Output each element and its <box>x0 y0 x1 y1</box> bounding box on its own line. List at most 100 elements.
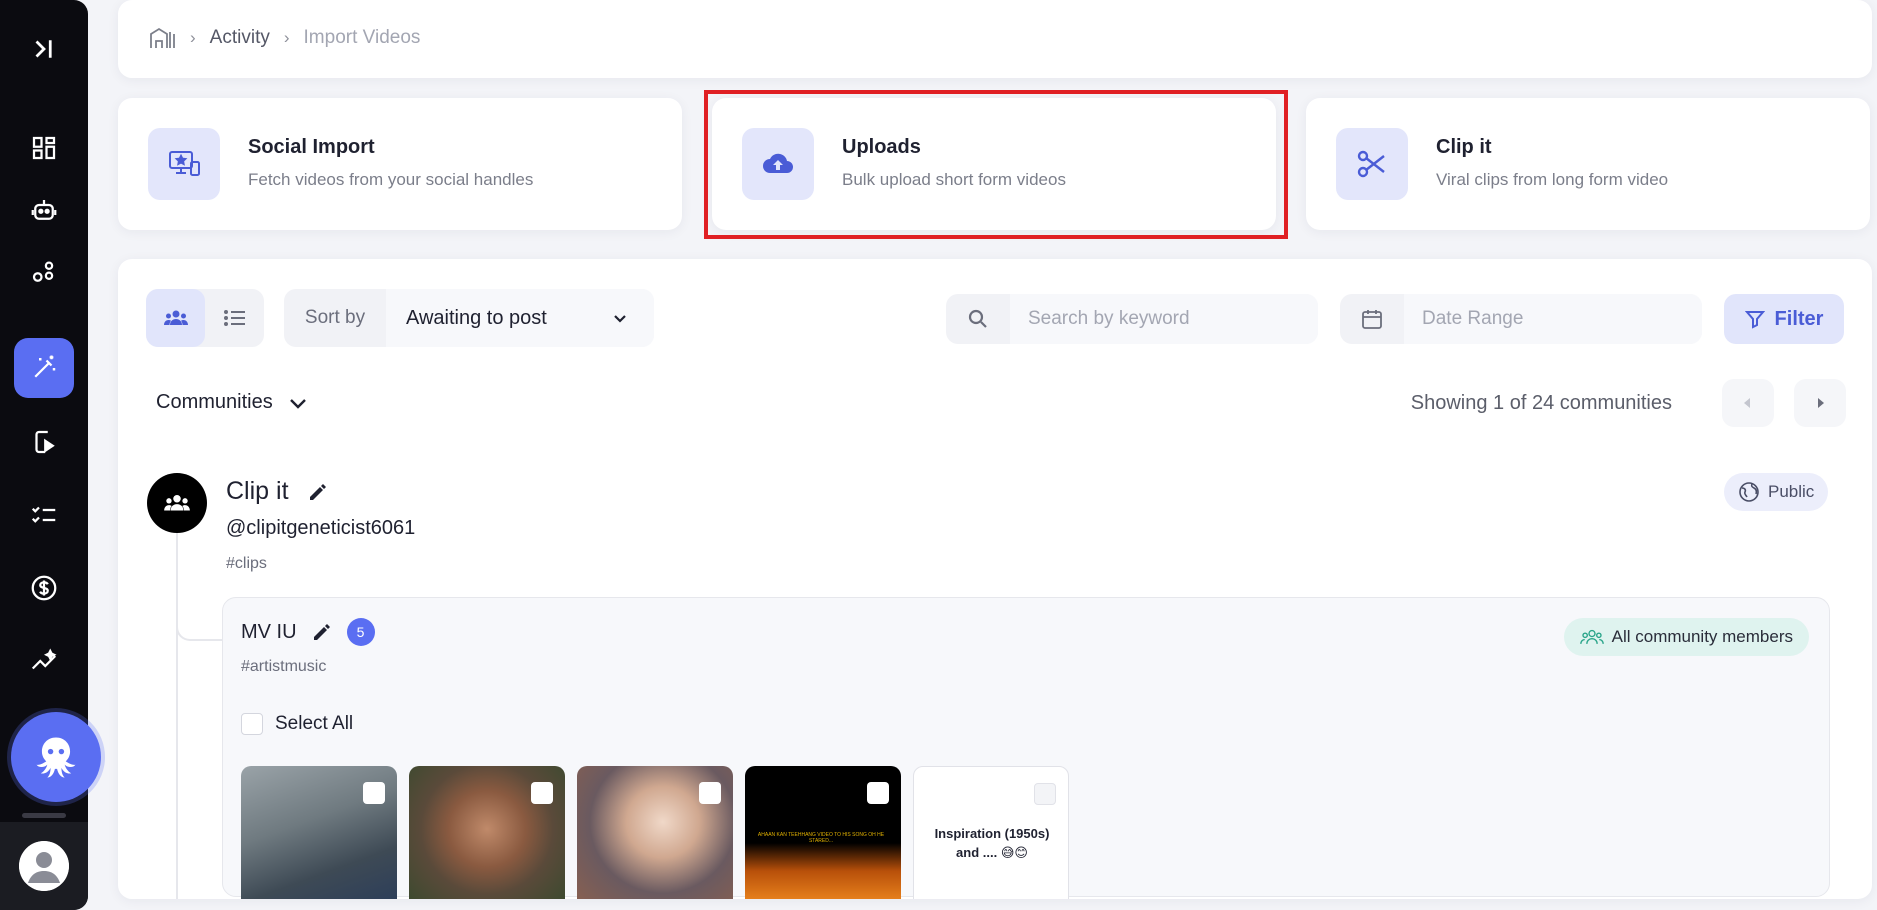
select-all-checkbox[interactable] <box>241 713 263 735</box>
nodes-icon <box>32 261 54 282</box>
video-checkbox[interactable] <box>699 782 721 804</box>
sub-community-tag: #artistmusic <box>241 658 327 675</box>
video-count-badge: 5 <box>346 618 375 646</box>
community-handle: @clipitgeneticist6061 <box>226 517 416 539</box>
search-field <box>946 294 1318 344</box>
sidebar-item-analytics[interactable] <box>14 631 74 691</box>
sidebar <box>0 0 101 910</box>
filter-button[interactable]: Filter <box>1724 294 1844 344</box>
social-import-icon <box>148 128 220 200</box>
caret-right-icon <box>1818 398 1824 408</box>
social-import-card[interactable]: Social Import Fetch videos from your soc… <box>118 98 682 230</box>
visibility-badge: Public <box>1724 473 1829 511</box>
tree-connector-elbow <box>176 559 226 641</box>
community-name-text: Clip it <box>226 477 289 505</box>
social-import-title: Social Import <box>248 136 375 158</box>
home-icon[interactable] <box>148 26 176 50</box>
communities-dropdown[interactable]: Communities <box>156 391 309 414</box>
select-all-label: Select All <box>275 713 354 734</box>
audience-badge: All community members <box>1563 618 1809 656</box>
edit-icon[interactable] <box>307 481 329 503</box>
clip-it-title: Clip it <box>1436 136 1492 158</box>
collapse-sidebar-button[interactable] <box>14 19 74 79</box>
date-range-input[interactable] <box>1404 294 1702 344</box>
audience-label: All community members <box>1611 627 1793 646</box>
pagination-status: Showing 1 of 24 communities <box>1410 392 1672 414</box>
chevron-down-icon <box>614 315 626 323</box>
chevron-down-icon <box>289 398 306 409</box>
sort-select[interactable]: Awaiting to post <box>386 289 654 347</box>
uploads-title: Uploads <box>842 136 921 158</box>
sort-value: Awaiting to post <box>406 306 547 329</box>
sidebar-item-magic[interactable] <box>14 338 74 398</box>
sidebar-item-billing[interactable] <box>14 558 74 618</box>
user-section <box>0 822 88 910</box>
breadcrumb-import-videos: Import Videos <box>303 27 421 48</box>
breadcrumb-bar: › Activity › Import Videos <box>118 0 1872 78</box>
robot-icon <box>31 200 57 220</box>
group-view-icon <box>163 310 188 325</box>
checklist-icon <box>31 506 56 523</box>
select-all-control[interactable]: Select All <box>241 713 353 735</box>
octopus-icon <box>36 737 76 778</box>
video-checkbox[interactable] <box>1034 783 1056 805</box>
search-input[interactable] <box>1010 294 1318 344</box>
communities-label: Communities <box>156 391 273 413</box>
sidebar-item-videos[interactable] <box>14 412 74 472</box>
sidebar-item-dashboard[interactable] <box>14 118 74 178</box>
sort-label: Sort by <box>304 307 366 328</box>
globe-icon <box>1739 482 1759 502</box>
video-thumbnail[interactable] <box>577 766 733 899</box>
next-page-button[interactable] <box>1794 379 1846 427</box>
video-caption: Inspiration (1950s) and .... 😅😊 <box>934 826 1050 860</box>
video-thumbnail[interactable] <box>409 766 565 899</box>
cloud-upload-icon <box>742 128 814 200</box>
user-avatar[interactable] <box>19 841 69 891</box>
sub-community-card: MV IU 5 #artistmusic All community membe… <box>222 597 1830 899</box>
sub-community-header: MV IU 5 <box>241 618 375 646</box>
sort-dropdown[interactable]: Sort by Awaiting to post <box>284 289 654 347</box>
assistant-mascot-button[interactable] <box>11 712 101 802</box>
expand-icon <box>35 40 52 58</box>
community-tag: #clips <box>226 555 267 572</box>
video-thumbnail[interactable] <box>241 766 397 899</box>
magic-wand-icon <box>34 355 56 378</box>
breadcrumb: › Activity › Import Videos <box>148 26 420 50</box>
edit-icon[interactable] <box>311 621 333 643</box>
date-range-field <box>1340 294 1702 344</box>
sidebar-item-integrations[interactable] <box>14 242 74 302</box>
list-view-button[interactable] <box>205 289 264 347</box>
video-thumbnail[interactable]: AHAAN KAN TEEHHANG VIDEO TO HIS SONG OH … <box>745 766 901 899</box>
breadcrumb-separator: › <box>190 28 196 47</box>
user-icon <box>19 841 69 891</box>
caret-left-icon <box>1744 398 1750 408</box>
group-icon <box>164 494 190 511</box>
mobile-video-icon <box>35 430 55 454</box>
dollar-icon <box>31 575 57 601</box>
scissors-icon <box>1336 128 1408 200</box>
video-checkbox[interactable] <box>531 782 553 804</box>
previous-page-button[interactable] <box>1722 379 1774 427</box>
video-caption: AHAAN KAN TEEHHANG VIDEO TO HIS SONG OH … <box>757 832 885 844</box>
breadcrumb-activity[interactable]: Activity <box>210 27 270 49</box>
sidebar-divider <box>22 813 66 818</box>
community-name: Clip it <box>226 477 329 506</box>
analytics-icon <box>31 648 57 670</box>
sub-community-name: MV IU <box>241 620 297 643</box>
grid-view-button[interactable] <box>146 289 205 347</box>
calendar-icon <box>1340 307 1404 331</box>
uploads-card[interactable]: Uploads Bulk upload short form videos <box>712 98 1276 230</box>
video-thumbnail[interactable]: Inspiration (1950s) and .... 😅😊 <box>913 766 1069 899</box>
filter-label: Filter <box>1774 307 1824 330</box>
sidebar-item-tasks[interactable] <box>14 485 74 545</box>
clip-it-card[interactable]: Clip it Viral clips from long form video <box>1306 98 1870 230</box>
members-icon <box>1579 629 1604 644</box>
video-checkbox[interactable] <box>363 782 385 804</box>
clip-it-description: Viral clips from long form video <box>1436 170 1669 189</box>
communities-panel: Sort by Awaiting to post Filter Communit… <box>118 259 1872 899</box>
video-checkbox[interactable] <box>867 782 889 804</box>
sidebar-item-bot[interactable] <box>14 180 74 240</box>
breadcrumb-separator: › <box>283 28 290 47</box>
dashboard-icon <box>32 136 56 160</box>
view-toggle <box>146 289 264 347</box>
